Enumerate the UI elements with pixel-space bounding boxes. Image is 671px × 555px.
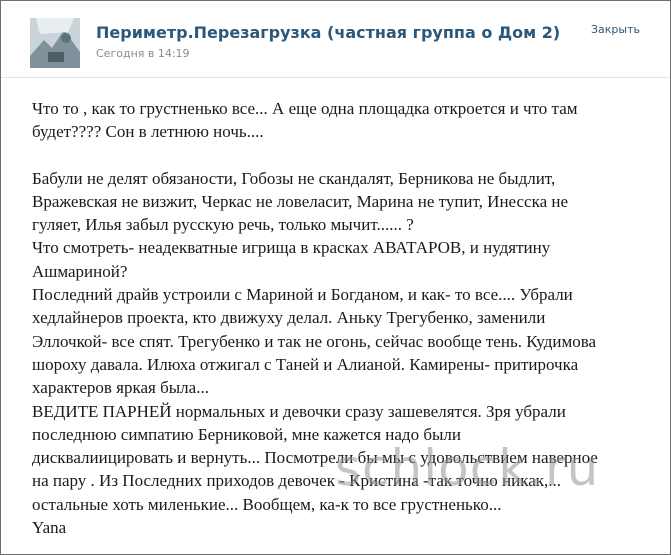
post-line: на пару . Из Последних приходов девочек …	[32, 471, 562, 491]
post-line: Что смотреть- неадекватные игрища в крас…	[32, 238, 551, 258]
group-title[interactable]: Периметр.Перезагрузка (частная группа о …	[96, 23, 560, 42]
post-paragraph: Бабули не делят обязаности, Гобозы не ск…	[32, 167, 642, 516]
post-line: дисквалиицировать и вернуть... Посмотрел…	[32, 448, 598, 468]
post-timestamp: Сегодня в 14:19	[96, 47, 190, 60]
post-line: ВЕДИТЕ ПАРНЕЙ нормальных и девочки сразу…	[32, 401, 566, 421]
post-header: Периметр.Перезагрузка (частная группа о …	[1, 1, 670, 78]
post-line: гуляет, Илья забыл русскую речь, только …	[32, 215, 414, 235]
close-link[interactable]: Закрыть	[591, 23, 640, 36]
post-signature: Yana	[32, 518, 67, 538]
post-line: остальные хоть миленькие... Вообщем, ка-…	[32, 494, 502, 514]
post-line: последнюю симпатию Берниковой, мне кажет…	[32, 424, 461, 444]
post-line: будет???? Сон в летнюю ночь....	[32, 122, 264, 142]
post-line: Что то , как то грустненько все... А еще…	[32, 99, 578, 118]
group-avatar[interactable]	[30, 18, 80, 68]
post-line: Последний драйв устроили с Мариной и Бог…	[32, 285, 573, 305]
post-line: хедлайнеров проекта, кто движуху делал. …	[32, 308, 546, 328]
post-line: шороху давала. Илюха отжигал с Таней и А…	[32, 354, 579, 374]
post-paragraph: Что то , как то грустненько все... А еще…	[32, 97, 642, 144]
post-line: Вражевская не визжит, Черкас не ловеласи…	[32, 191, 569, 211]
post-line: Эллочкой- все спят. Трегубенко и так не …	[32, 331, 597, 351]
post-window: Периметр.Перезагрузка (частная группа о …	[0, 0, 671, 555]
post-line: характеров яркая была...	[32, 378, 209, 398]
post-line: Бабули не делят обязаности, Гобозы не ск…	[32, 168, 556, 188]
avatar-image-icon	[30, 18, 80, 68]
post-line: Ашмариной?	[32, 261, 128, 281]
post-body: Что то , как то грустненько все... А еще…	[32, 97, 642, 539]
